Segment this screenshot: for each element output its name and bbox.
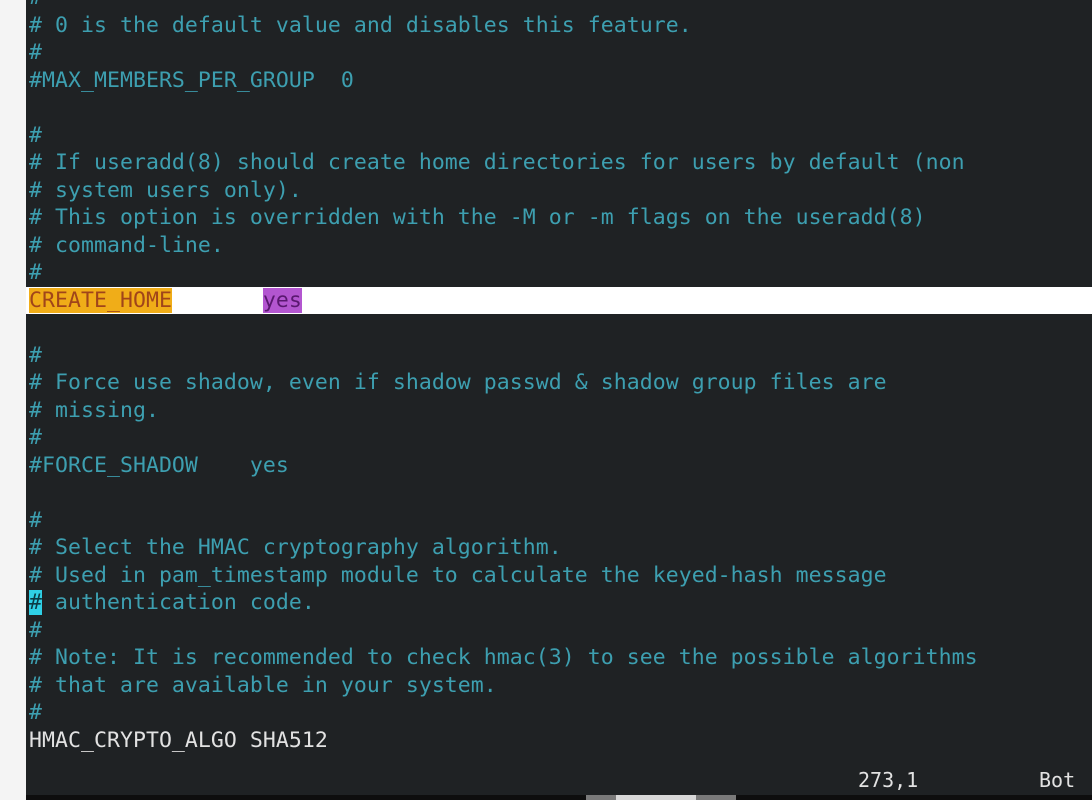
buffer-line: # [29, 260, 42, 285]
buffer-line [29, 314, 1092, 342]
buffer-line: # [29, 122, 42, 148]
buffer-line: # Force use shadow, even if shadow passw… [29, 370, 887, 395]
buffer-line: # This option is overridden with the -M … [29, 205, 926, 230]
buffer-line: # [29, 40, 42, 65]
scroll-position: Bot [1039, 768, 1076, 792]
buffer-line: #FORCE_SHADOW yes [29, 452, 289, 478]
buffer-line: # Note: It is recommended to check hmac(… [29, 645, 978, 670]
buffer-line: # [29, 425, 42, 450]
cursor-line-text: authentication code. [42, 590, 315, 615]
buffer-line: # command-line. [29, 232, 224, 258]
buffer-line: # system users only). [29, 177, 302, 203]
vim-ruler: 273,1 Bot [26, 766, 1092, 795]
text-cursor: # [29, 590, 42, 615]
buffer-line-with-cursor: # authentication code. [29, 589, 1092, 617]
buffer-line: # [29, 507, 42, 533]
buffer-line: # missing. [29, 397, 159, 423]
buffer-line: # [29, 0, 1092, 12]
buffer-line: # If useradd(8) should create home direc… [29, 150, 965, 175]
window-left-edge [0, 0, 26, 800]
window-bottom-edge [26, 795, 1092, 800]
search-match-key: CREATE_HOME [29, 287, 172, 313]
buffer-line: # 0 is the default value and disables th… [29, 12, 692, 38]
search-match-value: yes [262, 287, 302, 313]
buffer-line: # [29, 700, 42, 725]
buffer-line: HMAC_CRYPTO_ALGO SHA512 [29, 727, 328, 753]
buffer-line-cursorline: CREATE_HOME yes [26, 286, 1092, 314]
buffer-line [29, 94, 1092, 122]
buffer-line: # that are available in your system. [29, 672, 497, 698]
bottom-edge-segment [616, 795, 696, 800]
buffer-line: # Used in pam_timestamp module to calcul… [29, 562, 887, 588]
buffer-line [29, 479, 1092, 507]
buffer-line: # Select the HMAC cryptography algorithm… [29, 535, 562, 560]
buffer-line: # [29, 617, 42, 643]
vim-editor-pane[interactable]: # # 0 is the default value and disables … [26, 0, 1092, 795]
buffer-line: #MAX_MEMBERS_PER_GROUP 0 [29, 67, 354, 93]
text-buffer[interactable]: # # 0 is the default value and disables … [26, 0, 1092, 754]
buffer-line: # [29, 342, 42, 368]
setting-gap [172, 288, 263, 313]
cursor-position: 273,1 [858, 768, 919, 792]
